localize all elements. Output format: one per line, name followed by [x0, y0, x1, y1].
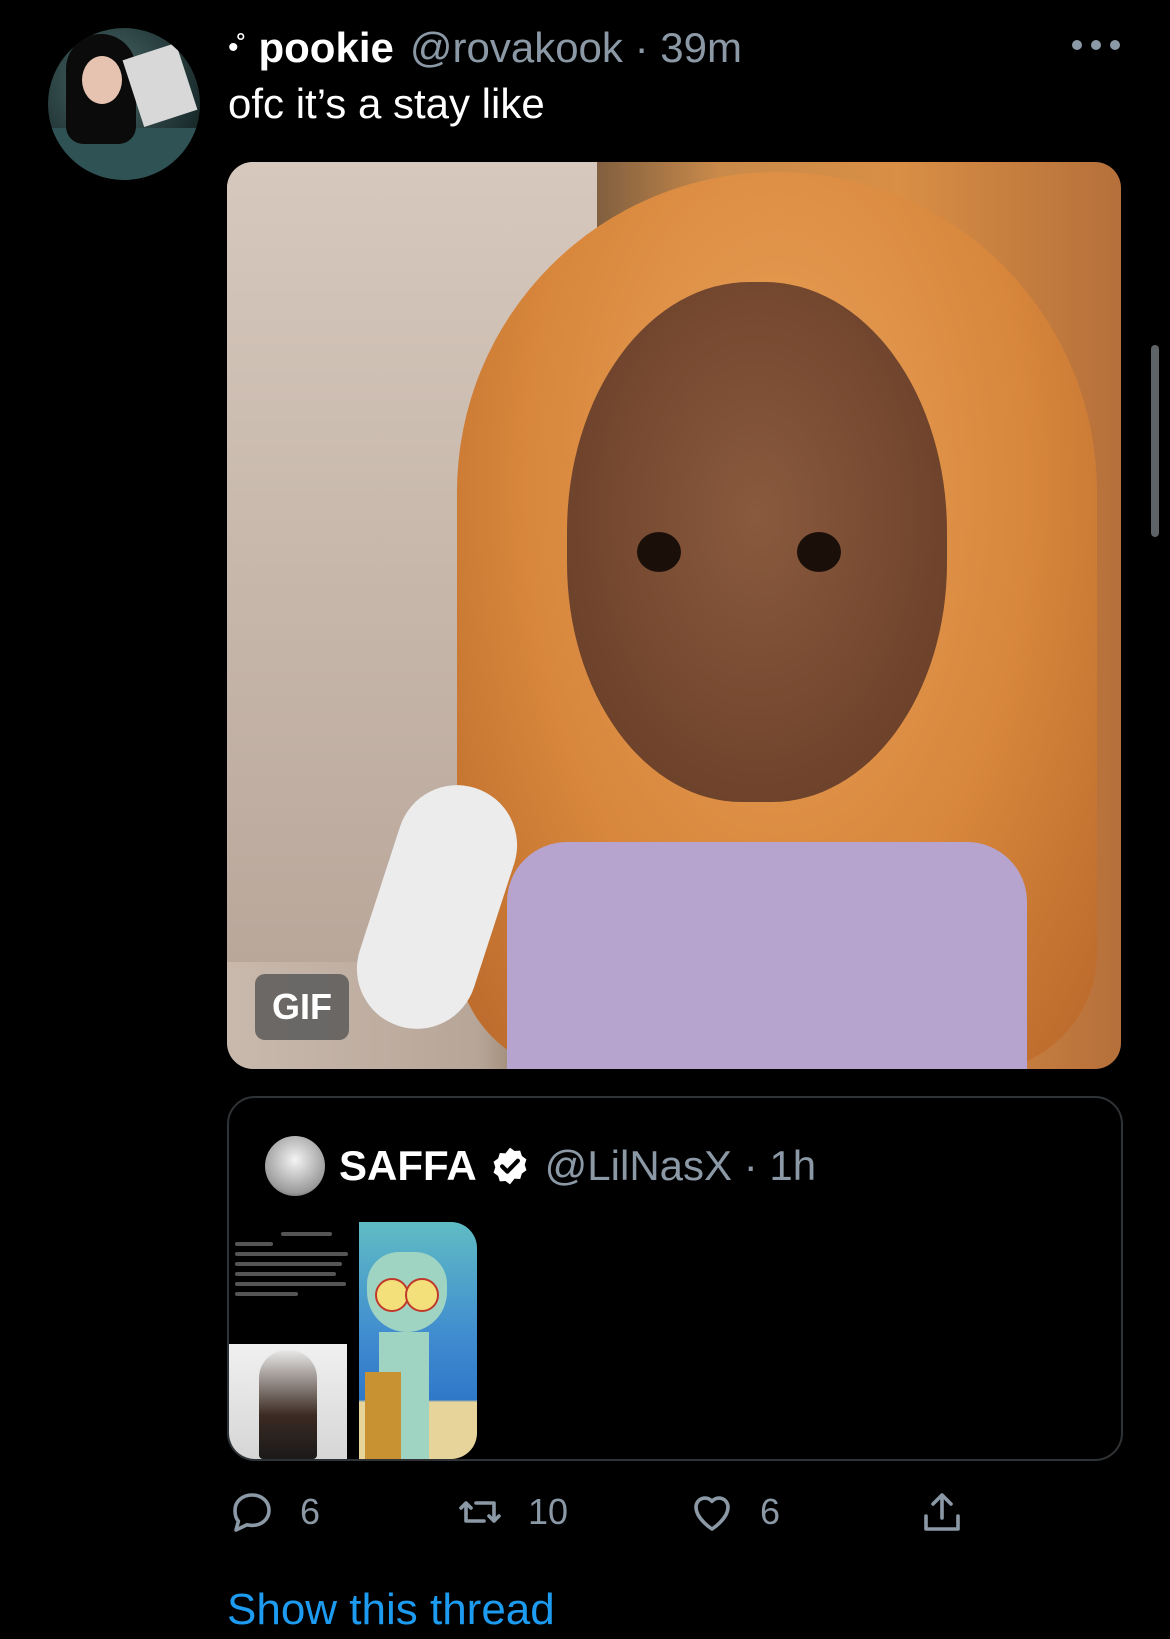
quoted-author-name[interactable]: SAFFA — [339, 1142, 477, 1190]
screenshot-photo — [229, 1344, 347, 1459]
more-dot — [1091, 40, 1101, 50]
avatar-face — [82, 56, 122, 104]
author-name[interactable]: pookie — [259, 24, 394, 72]
like-icon — [694, 1496, 730, 1531]
cartoon-eye — [375, 1278, 409, 1312]
verified-icon — [493, 1147, 527, 1185]
tweet-header: •˚ pookie @rovakook · 39m — [228, 20, 742, 76]
reply-icon — [233, 1493, 271, 1532]
retweet-button[interactable]: 10 — [456, 1482, 568, 1542]
gif-eye — [797, 532, 841, 572]
quoted-media-cartoon[interactable] — [359, 1222, 477, 1459]
quoted-tweet[interactable]: SAFFA @LilNasX · 1h — [227, 1096, 1123, 1461]
name-prefix: •˚ — [228, 31, 246, 64]
gif-eye — [637, 532, 681, 572]
reply-count: 6 — [300, 1491, 321, 1532]
retweet-icon — [459, 1501, 501, 1523]
quoted-handle-time[interactable]: @LilNasX · 1h — [545, 1142, 816, 1190]
share-icon — [924, 1493, 960, 1531]
screenshot-figure — [259, 1350, 317, 1459]
retweet-count: 10 — [528, 1491, 569, 1532]
cartoon-eye — [405, 1278, 439, 1312]
gif-shirt — [507, 842, 1027, 1069]
cartoon-shirt — [365, 1372, 401, 1459]
author-avatar[interactable] — [48, 28, 200, 180]
more-dot — [1072, 40, 1082, 50]
author-handle-time[interactable]: @rovakook · 39m — [410, 24, 742, 72]
screenshot-text-lines — [231, 1226, 357, 1336]
tweet-gif[interactable]: GIF — [227, 162, 1121, 1069]
tweet-actions: 6 10 6 — [228, 1482, 1088, 1542]
quoted-avatar[interactable] — [265, 1136, 325, 1196]
more-dot — [1110, 40, 1120, 50]
tweet-text: ofc it’s a stay like — [228, 80, 545, 127]
share-button[interactable] — [918, 1482, 966, 1542]
reply-button[interactable]: 6 — [228, 1482, 320, 1542]
like-count: 6 — [760, 1491, 781, 1532]
quoted-media-screenshot[interactable] — [229, 1222, 361, 1459]
quoted-tweet-header: SAFFA @LilNasX · 1h — [265, 1136, 816, 1196]
scrollbar[interactable] — [1151, 345, 1159, 537]
more-icon[interactable] — [1072, 30, 1120, 60]
gif-badge: GIF — [255, 974, 349, 1040]
gif-face — [567, 282, 947, 802]
show-thread-link[interactable]: Show this thread — [227, 1585, 555, 1635]
like-button[interactable]: 6 — [688, 1482, 780, 1542]
